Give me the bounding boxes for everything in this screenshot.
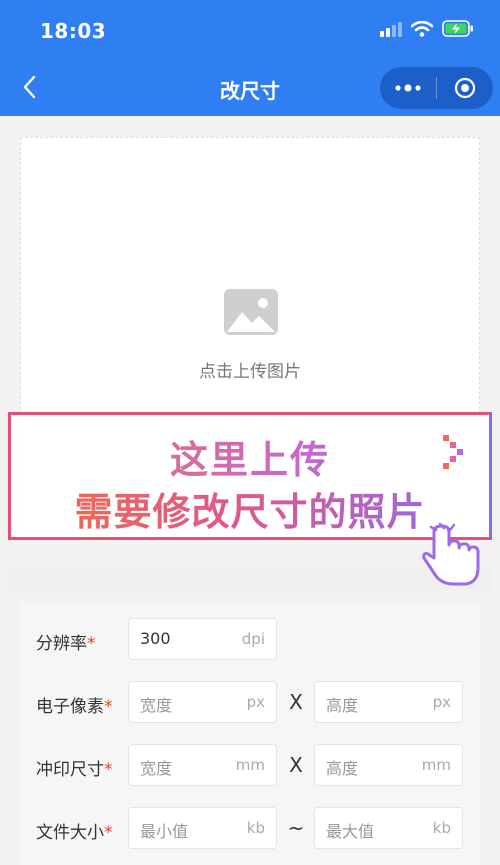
required-mark: *	[104, 760, 113, 780]
file-size-min-input[interactable]: 最小值 kb	[128, 807, 277, 849]
resolution-row: 分辨率* 300 dpi	[20, 618, 480, 662]
pixel-arrow-icon	[443, 435, 463, 469]
upload-label: 点击上传图片	[199, 362, 301, 382]
pixel-height-unit: px	[432, 693, 451, 711]
pixel-width-input[interactable]: 宽度 px	[128, 681, 277, 723]
print-size-row: 冲印尺寸* 宽度 mm X 高度 mm	[20, 744, 480, 788]
required-mark: *	[87, 634, 96, 654]
banner-box: 这里上传 需要修改尺寸的照片	[8, 412, 492, 540]
resolution-input[interactable]: 300 dpi	[128, 618, 277, 660]
cellular-signal-icon	[380, 21, 402, 37]
banner-line-1: 这里上传	[11, 429, 489, 484]
pixel-width-unit: px	[246, 693, 265, 711]
print-height-input[interactable]: 高度 mm	[314, 744, 463, 786]
file-size-min-unit: kb	[246, 819, 265, 837]
pixel-height-placeholder: 高度	[326, 696, 359, 715]
more-dots-icon	[395, 84, 421, 92]
pixels-row: 电子像素* 宽度 px X 高度 px	[20, 681, 480, 725]
status-icons	[380, 20, 474, 37]
file-size-max-input[interactable]: 最大值 kb	[314, 807, 463, 849]
pixel-height-input[interactable]: 高度 px	[314, 681, 463, 723]
print-size-label: 冲印尺寸*	[36, 760, 113, 780]
wifi-icon	[411, 20, 433, 37]
print-width-placeholder: 宽度	[140, 759, 173, 778]
status-time: 18:03	[40, 19, 107, 43]
print-size-separator: X	[289, 753, 303, 777]
file-size-max-placeholder: 最大值	[326, 822, 375, 841]
banner-line-2: 需要修改尺寸的照片	[11, 481, 489, 536]
file-size-max-unit: kb	[432, 819, 451, 837]
print-height-placeholder: 高度	[326, 759, 359, 778]
pixels-separator: X	[289, 690, 303, 714]
print-width-input[interactable]: 宽度 mm	[128, 744, 277, 786]
print-height-unit: mm	[421, 756, 451, 774]
more-button[interactable]	[380, 67, 436, 109]
image-icon	[224, 289, 278, 335]
pixel-width-placeholder: 宽度	[140, 696, 173, 715]
required-mark: *	[104, 823, 113, 843]
required-mark: *	[104, 697, 113, 717]
upload-hint-banner: 这里上传 需要修改尺寸的照片	[8, 412, 492, 590]
pointer-hand-icon	[422, 522, 480, 586]
battery-charging-icon	[442, 20, 473, 37]
resolution-label: 分辨率*	[36, 634, 96, 654]
file-size-row: 文件大小* 最小值 kb ~ 最大值 kb	[20, 807, 480, 851]
print-width-unit: mm	[235, 756, 265, 774]
file-size-min-placeholder: 最小值	[140, 822, 189, 841]
file-size-separator: ~	[287, 816, 305, 840]
pixels-label: 电子像素*	[36, 697, 113, 717]
resolution-value: 300	[140, 629, 171, 648]
menu-capsule	[380, 67, 493, 109]
resolution-unit: dpi	[241, 630, 265, 648]
app-header: 18:03 改尺寸	[0, 0, 500, 116]
close-target-icon	[454, 77, 476, 99]
file-size-label: 文件大小*	[36, 823, 113, 843]
close-miniprogram-button[interactable]	[437, 67, 493, 109]
size-form: 分辨率* 300 dpi 电子像素* 宽度 px X 高度 px 冲印尺寸* 宽…	[20, 602, 480, 865]
